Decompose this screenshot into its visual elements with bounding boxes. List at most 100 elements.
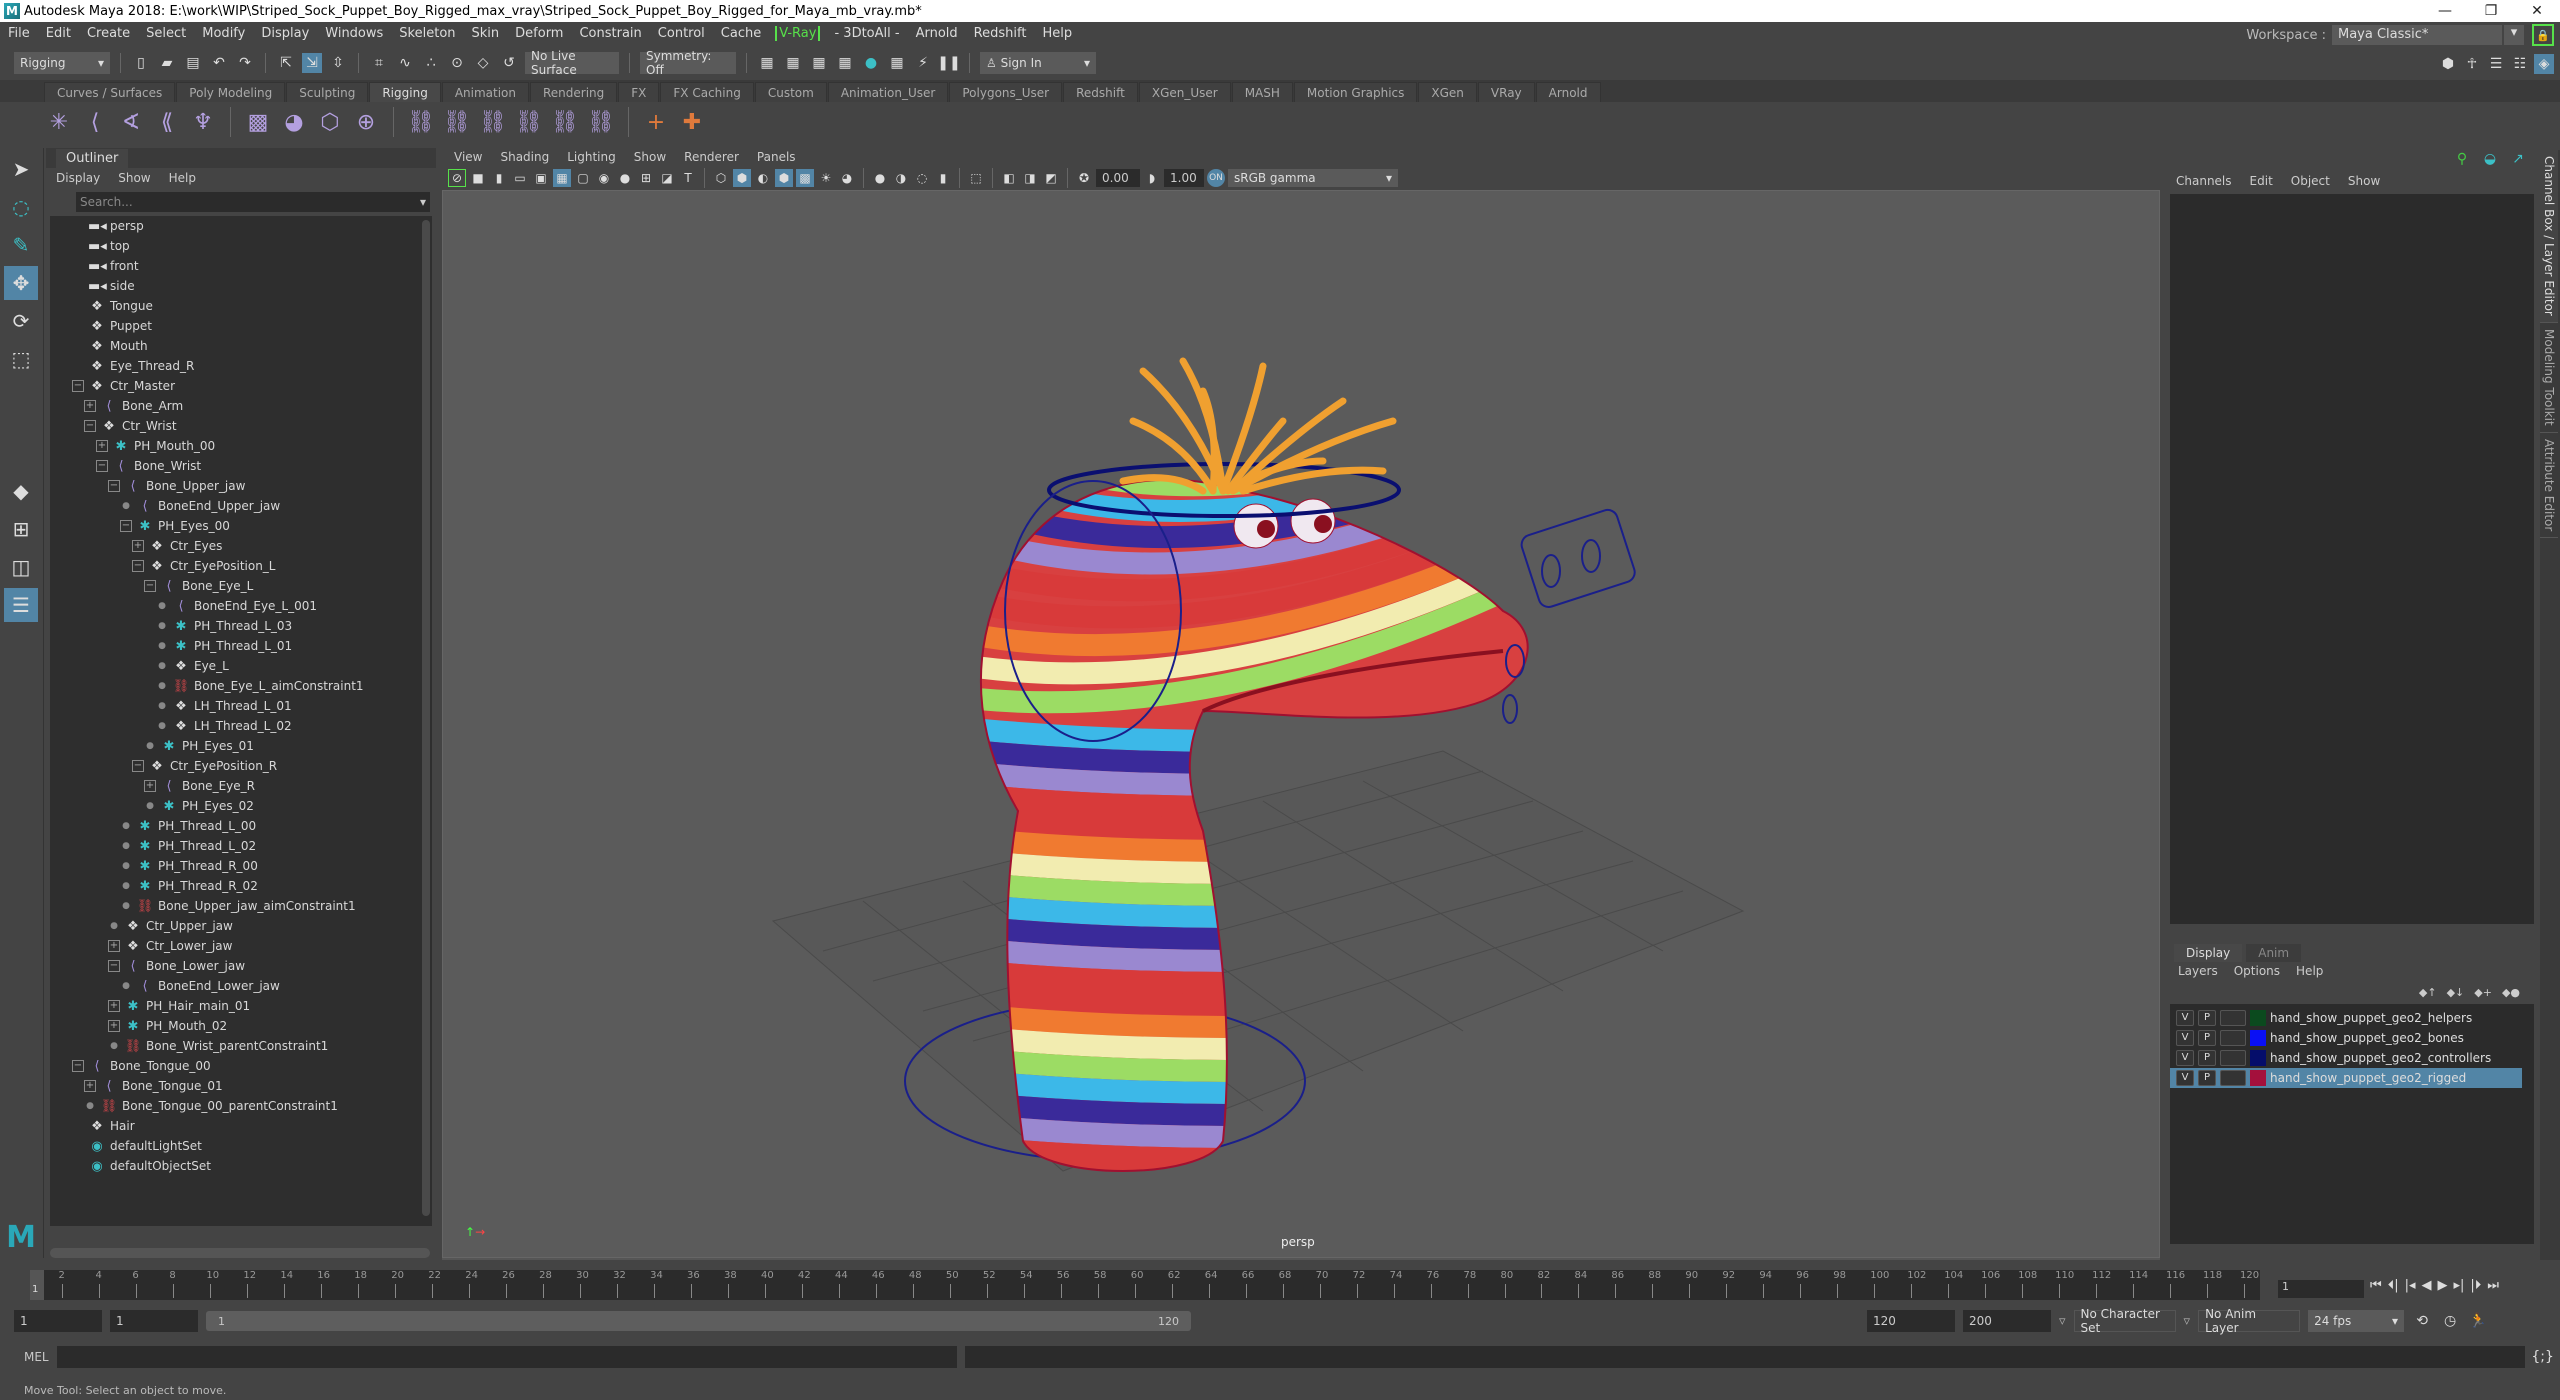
collapse-icon[interactable]: − [132, 760, 144, 772]
light-editor-icon[interactable]: ⚡ [913, 53, 933, 73]
outliner-item[interactable]: ▬◂ top [72, 236, 130, 256]
paint-select-tool-icon[interactable]: ✎ [4, 228, 38, 262]
outliner-item[interactable]: + ✱ PH_Mouth_02 [108, 1016, 227, 1036]
side-tab-modeling-toolkit[interactable]: Modeling Toolkit [2540, 323, 2558, 433]
snap-surface-icon[interactable]: ◇ [473, 53, 493, 73]
move-layer-up-icon[interactable]: ◆↑ [2419, 986, 2437, 999]
snap-curve-icon[interactable]: ∿ [395, 53, 415, 73]
layer-color-swatch[interactable] [2250, 1050, 2266, 1066]
animation-start-field[interactable]: 1 [14, 1310, 102, 1332]
close-button[interactable]: ✕ [2514, 0, 2560, 22]
restore-button[interactable]: ❐ [2468, 0, 2514, 22]
snap-live-icon[interactable]: ↺ [499, 53, 519, 73]
shelf-tab-arnold[interactable]: Arnold [1535, 82, 1601, 102]
select-hierarchy-icon[interactable]: ⇱ [276, 53, 296, 73]
layer-playback-toggle[interactable]: P [2198, 1010, 2216, 1026]
outliner-search-input[interactable]: Search... [76, 192, 430, 212]
outliner-menu-help[interactable]: Help [169, 171, 196, 185]
outliner-item[interactable]: ❖ Mouth [72, 336, 147, 356]
menu-select[interactable]: Select [138, 26, 194, 41]
outliner-item[interactable]: ● ⟨ BoneEnd_Upper_jaw [120, 496, 280, 516]
shelf-tab-xgen[interactable]: XGen [1418, 82, 1477, 102]
outliner-item[interactable]: − ❖ Ctr_EyePosition_L [132, 556, 276, 576]
menu-modify[interactable]: Modify [194, 26, 253, 41]
layer-row[interactable]: V Phand_show_puppet_geo2_controllers [2170, 1048, 2522, 1068]
layer-menu-options[interactable]: Options [2234, 964, 2280, 978]
collapse-icon[interactable]: − [72, 1060, 84, 1072]
channel-box-menu-edit[interactable]: Edit [2250, 174, 2273, 188]
expand-icon[interactable]: + [96, 440, 108, 452]
menu-control[interactable]: Control [650, 26, 713, 41]
point-constraint-icon[interactable]: ⛓ [443, 107, 471, 137]
outliner-vertical-scrollbar[interactable] [422, 220, 430, 1216]
gate-mask-icon[interactable]: ● [616, 169, 634, 187]
film-gate-icon[interactable]: ▢ [574, 169, 592, 187]
gamma-icon[interactable]: ◗ [1143, 169, 1161, 187]
hair-strands[interactable] [1119, 357, 1397, 495]
outliner-item[interactable]: − ⟨ Bone_Wrist [96, 456, 201, 476]
hypershade-icon[interactable]: ● [861, 53, 881, 73]
outliner-item[interactable]: + ⟨ Bone_Arm [84, 396, 183, 416]
outliner-item[interactable]: ● ❖ LH_Thread_L_01 [156, 696, 292, 716]
outliner-item[interactable]: − ⟨ Bone_Tongue_00 [72, 1056, 211, 1076]
layer-color-swatch[interactable] [2250, 1070, 2266, 1086]
outliner-item[interactable]: ● ⛓ Bone_Eye_L_aimConstraint1 [156, 676, 363, 696]
collapse-icon[interactable]: − [120, 520, 132, 532]
outliner-item[interactable]: ● ✱ PH_Thread_R_00 [120, 856, 258, 876]
anim-layer-dropdown[interactable]: No Anim Layer [2198, 1307, 2301, 1335]
outliner-item[interactable]: − ⟨ Bone_Upper_jaw [108, 476, 245, 496]
mirror-joints-icon[interactable]: ⟪ [154, 107, 180, 137]
outliner-item[interactable]: − ❖ Ctr_EyePosition_R [132, 756, 277, 776]
layer-color-swatch[interactable] [2250, 1010, 2266, 1026]
shelf-tab-vray[interactable]: VRay [1477, 82, 1535, 102]
layer-playback-toggle[interactable]: P [2198, 1030, 2216, 1046]
set-driven-key-icon[interactable]: + [643, 107, 669, 137]
layer-visibility-toggle[interactable]: V [2176, 1010, 2194, 1026]
outliner-menu-show[interactable]: Show [118, 171, 150, 185]
expand-icon[interactable]: + [84, 1080, 96, 1092]
select-object-icon[interactable]: ⇲ [302, 53, 322, 73]
menu-display[interactable]: Display [253, 26, 317, 41]
collapse-icon[interactable]: − [84, 420, 96, 432]
expand-icon[interactable]: + [132, 540, 144, 552]
outliner-item[interactable]: + ❖ Ctr_Eyes [132, 536, 222, 556]
outliner-item[interactable]: + ✱ PH_Hair_main_01 [108, 996, 250, 1016]
outliner-item[interactable]: ● ❖ LH_Thread_L_02 [156, 716, 292, 736]
menu-create[interactable]: Create [79, 26, 138, 41]
outliner-item[interactable]: ▬◂ side [72, 276, 135, 296]
outliner-menu-display[interactable]: Display [56, 171, 100, 185]
shelf-tab-sculpting[interactable]: Sculpting [286, 82, 369, 102]
playback-end-field[interactable]: 120 [1867, 1310, 1955, 1332]
command-language-label[interactable]: MEL [24, 1350, 49, 1364]
menu-3dtoall[interactable]: - 3DtoAll - [826, 26, 907, 41]
layer-display-type-toggle[interactable] [2220, 1050, 2246, 1066]
character-controls-icon[interactable]: ☥ [2462, 54, 2482, 74]
menu-arnold[interactable]: Arnold [908, 26, 966, 41]
four-view-layout-icon[interactable]: ⊞ [4, 512, 38, 546]
shadows-icon[interactable]: ◕ [838, 169, 856, 187]
screen-space-ao-icon[interactable]: ● [871, 169, 889, 187]
timeline-track[interactable]: 1 2 4 6 8 10 12 14 16 18 20 22 24 26 28 30 32 34 36 38 40 42… [30, 1270, 2260, 1300]
menuset-dropdown[interactable]: Rigging ▾ [14, 52, 110, 74]
channel-box-icon[interactable]: ◈ [2534, 54, 2554, 74]
auto-key-icon[interactable]: ◷ [2440, 1311, 2460, 1331]
resolution-gate-icon[interactable]: ◉ [595, 169, 613, 187]
depth-of-field-icon[interactable]: ▮ [934, 169, 952, 187]
two-view-layout-icon[interactable]: ◫ [4, 550, 38, 584]
layer-display-type-toggle[interactable] [2220, 1010, 2246, 1026]
outliner-horizontal-scrollbar[interactable] [50, 1248, 430, 1258]
command-input[interactable] [56, 1346, 957, 1368]
shelf-tab-mash[interactable]: MASH [1231, 82, 1293, 102]
go-to-start-icon[interactable]: ⏮ [2370, 1278, 2382, 1293]
undo-icon[interactable]: ↶ [209, 53, 229, 73]
smooth-shade-icon[interactable]: ⬢ [733, 169, 751, 187]
use-all-lights-icon[interactable]: ☀ [817, 169, 835, 187]
layer-visibility-toggle[interactable]: V [2176, 1030, 2194, 1046]
step-forward-frame-icon[interactable]: |⏵ [2470, 1278, 2481, 1293]
shelf-tab-rigging[interactable]: Rigging [369, 82, 441, 102]
image-plane-icon[interactable]: ▭ [511, 169, 529, 187]
layer-menu-help[interactable]: Help [2296, 964, 2323, 978]
pause-viewport-icon[interactable]: ❚❚ [937, 53, 960, 73]
layer-row[interactable]: V Phand_show_puppet_geo2_bones [2170, 1028, 2522, 1048]
step-forward-key-icon[interactable]: ▸| [2454, 1278, 2465, 1293]
